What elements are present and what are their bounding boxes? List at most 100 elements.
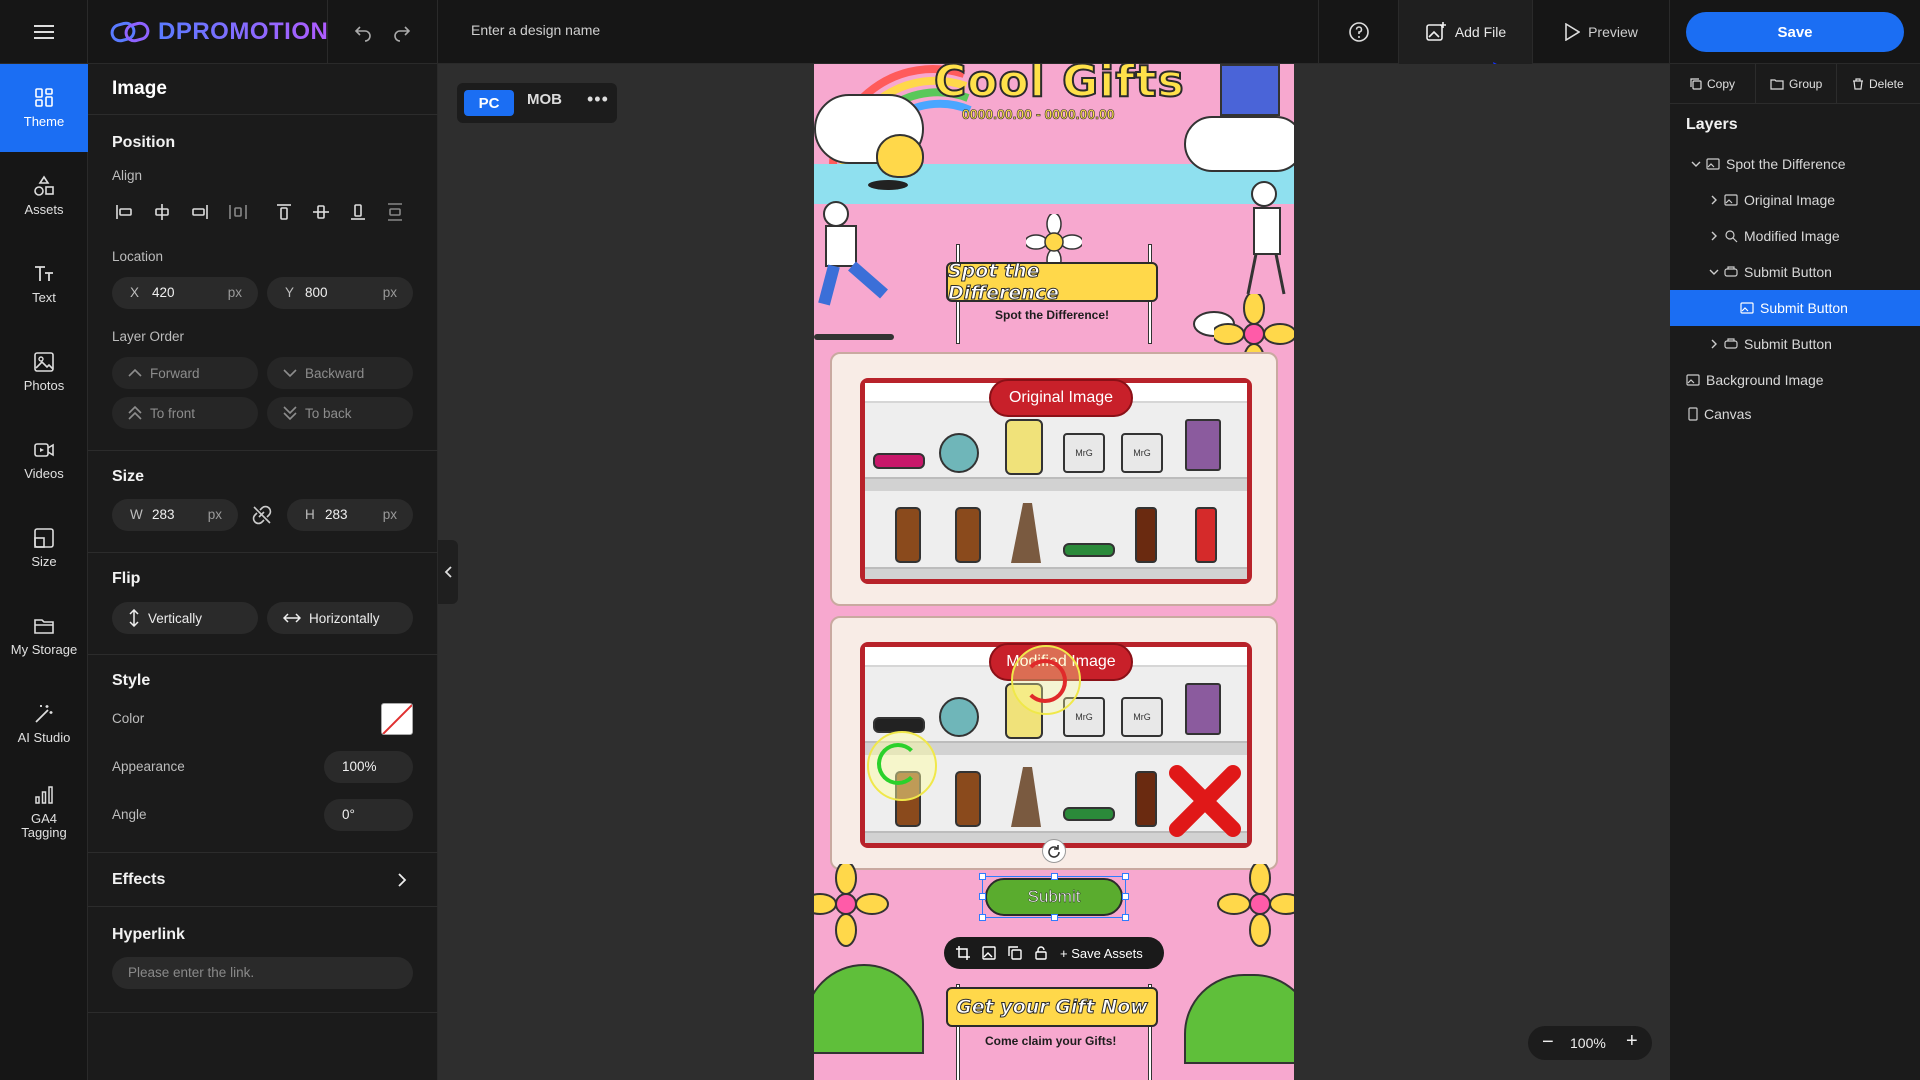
resize-handle[interactable]: [1122, 893, 1129, 900]
clock-item: [939, 697, 979, 737]
backward-button[interactable]: Backward: [267, 357, 413, 389]
spot-difference-banner: Spot the Difference: [946, 260, 1158, 305]
save-button[interactable]: Save: [1686, 12, 1904, 52]
image-icon: [1706, 158, 1720, 170]
distribute-h-button[interactable]: [226, 200, 250, 224]
cloud-illustration: [1184, 116, 1294, 172]
canvas-icon: [1688, 407, 1698, 421]
align-center-h-button[interactable]: [150, 200, 174, 224]
align-middle-button[interactable]: [309, 200, 333, 224]
rail-item-videos[interactable]: Videos: [0, 416, 88, 504]
align-left-button[interactable]: [112, 200, 136, 224]
y-unit: px: [382, 285, 397, 300]
device-toggle: PC MOB •••: [457, 83, 617, 123]
layer-row[interactable]: Canvas: [1670, 396, 1920, 432]
chevron-left-icon: [444, 566, 452, 578]
save-assets-button[interactable]: + Save Assets: [1060, 946, 1143, 961]
chevron-right-icon: [398, 873, 407, 887]
duplicate-icon[interactable]: [1008, 946, 1022, 960]
resize-handle[interactable]: [979, 914, 986, 921]
zoom-out-button[interactable]: −: [1542, 1032, 1554, 1052]
color-swatch[interactable]: [381, 703, 413, 735]
text-icon: [35, 265, 53, 281]
more-options-icon[interactable]: •••: [587, 89, 609, 110]
help-button[interactable]: [1318, 0, 1398, 64]
bush-illustration: [1184, 974, 1294, 1064]
design-name-input[interactable]: Enter a design name: [471, 22, 600, 38]
resize-handle[interactable]: [1122, 914, 1129, 921]
y-prefix: Y: [285, 285, 295, 300]
group-button[interactable]: Group: [1770, 64, 1822, 104]
y-input[interactable]: Y 800 px: [267, 277, 413, 309]
layer-row[interactable]: Background Image: [1670, 362, 1920, 398]
artboard[interactable]: Cool Gifts 0000.00.00 - 0000.00.00 Spot …: [814, 64, 1294, 1080]
layer-label: Original Image: [1744, 192, 1836, 208]
collapse-panel-button[interactable]: [438, 540, 458, 604]
clock-item: [939, 433, 979, 473]
align-top-button[interactable]: [272, 200, 296, 224]
effects-expand-button[interactable]: [396, 872, 408, 893]
appearance-input[interactable]: 100%: [324, 751, 413, 783]
align-right-button[interactable]: [188, 200, 212, 224]
spot-difference-subtitle: Spot the Difference!: [995, 308, 1110, 322]
align-bottom-button[interactable]: [346, 200, 370, 224]
height-input[interactable]: H 283 px: [287, 499, 413, 531]
delete-button[interactable]: Delete: [1852, 64, 1904, 104]
layer-row[interactable]: Original Image: [1670, 182, 1920, 218]
rail-item-assets[interactable]: Assets: [0, 152, 88, 240]
resize-handle[interactable]: [1051, 873, 1058, 880]
layer-row-selected[interactable]: Submit Button: [1670, 290, 1920, 326]
chevron-down-icon: [283, 369, 297, 378]
crop-icon[interactable]: [956, 946, 970, 960]
rail-item-photos[interactable]: Photos: [0, 328, 88, 416]
hamburger-menu-button[interactable]: [0, 0, 88, 64]
preview-button[interactable]: Preview: [1532, 0, 1670, 64]
hyperlink-input[interactable]: Please enter the link.: [112, 957, 413, 989]
layer-row[interactable]: Submit Button: [1670, 254, 1920, 290]
x-input[interactable]: X 420 px: [112, 277, 258, 309]
resize-handle[interactable]: [979, 873, 986, 880]
rail-label: Theme: [23, 113, 65, 129]
distribute-v-button[interactable]: [383, 200, 407, 224]
rail-label: Size: [31, 553, 57, 569]
modified-image-panel[interactable]: Modified Image MrG MrG: [830, 616, 1278, 870]
shelf: [865, 477, 1247, 491]
layer-actions: Copy Group Delete: [1670, 64, 1920, 104]
resize-handle[interactable]: [979, 893, 986, 900]
undo-button[interactable]: [349, 18, 377, 46]
copy-button[interactable]: Copy: [1690, 64, 1735, 104]
layer-row[interactable]: Spot the Difference: [1670, 146, 1920, 182]
unlock-icon[interactable]: [1034, 946, 1048, 960]
rail-item-theme[interactable]: Theme: [0, 64, 88, 152]
add-file-button[interactable]: Add File: [1398, 0, 1532, 64]
resize-handle[interactable]: [1122, 873, 1129, 880]
flip-vertical-button[interactable]: Vertically: [112, 602, 258, 634]
layer-row[interactable]: Submit Button: [1670, 326, 1920, 362]
x-prefix: X: [130, 285, 140, 300]
rotate-handle[interactable]: [1042, 839, 1066, 863]
redo-button[interactable]: [388, 18, 416, 46]
flip-horizontal-button[interactable]: Horizontally: [267, 602, 413, 634]
device-pc-tab[interactable]: PC: [464, 90, 514, 116]
resize-handle[interactable]: [1051, 914, 1058, 921]
width-input[interactable]: W 283 px: [112, 499, 238, 531]
replace-image-icon[interactable]: [982, 946, 996, 960]
to-back-button[interactable]: To back: [267, 397, 413, 429]
original-image-panel[interactable]: Original Image MrG MrG: [830, 352, 1278, 606]
folder-icon: [1770, 79, 1784, 90]
rail-item-ai-studio[interactable]: AI Studio: [0, 680, 88, 768]
rail-item-my-storage[interactable]: My Storage: [0, 592, 88, 680]
device-mob-tab[interactable]: MOB: [527, 91, 562, 108]
zoom-in-button[interactable]: +: [1626, 1031, 1638, 1051]
lock-ratio-button[interactable]: [251, 504, 273, 526]
angle-input[interactable]: 0°: [324, 799, 413, 831]
layer-row[interactable]: Modified Image: [1670, 218, 1920, 254]
rail-item-ga4-tagging[interactable]: GA4 Tagging: [0, 768, 88, 856]
rail-item-size[interactable]: Size: [0, 504, 88, 592]
bottle-item: [955, 507, 981, 563]
forward-button[interactable]: Forward: [112, 357, 258, 389]
effects-title[interactable]: Effects: [112, 871, 165, 889]
layer-label: Submit Button: [1744, 336, 1832, 352]
rail-item-text[interactable]: Text: [0, 240, 88, 328]
to-front-button[interactable]: To front: [112, 397, 258, 429]
